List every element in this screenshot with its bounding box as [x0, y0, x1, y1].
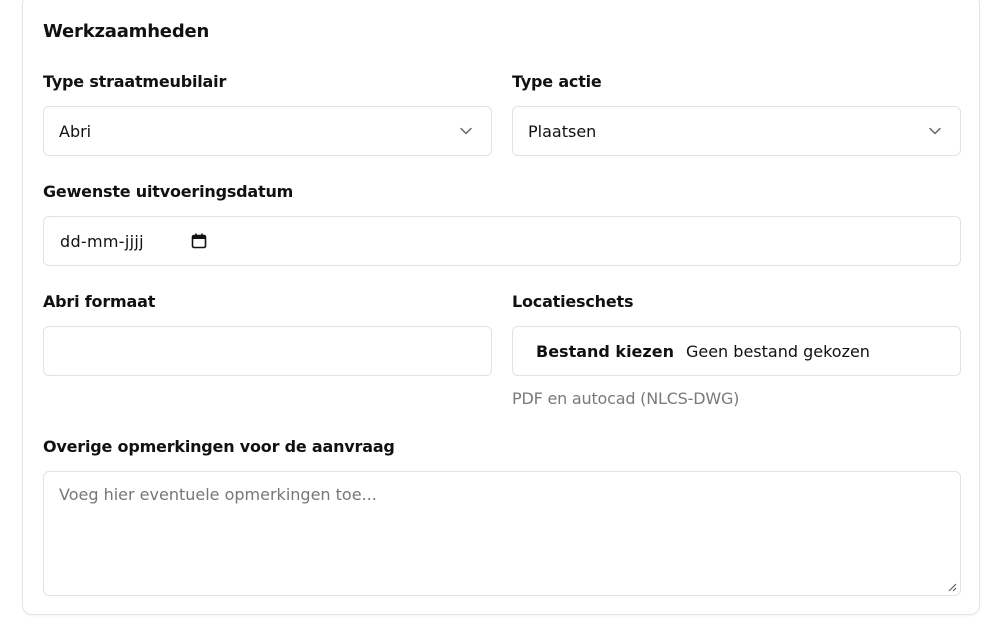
type-straatmeubilair-value: Abri [59, 121, 92, 141]
abri-formaat-input[interactable] [43, 326, 492, 376]
chevron-down-icon [929, 127, 941, 135]
type-straatmeubilair-label: Type straatmeubilair [43, 72, 227, 91]
uitvoeringsdatum-label: Gewenste uitvoeringsdatum [43, 182, 294, 201]
resize-handle-icon[interactable] [947, 582, 957, 592]
abri-formaat-label: Abri formaat [43, 292, 156, 311]
bestand-kiezen-button[interactable]: Bestand kiezen [536, 342, 674, 361]
calendar-icon[interactable] [190, 232, 208, 250]
type-actie-select[interactable]: Plaatsen [512, 106, 961, 156]
section-title: Werkzaamheden [43, 21, 210, 42]
locatieschets-label: Locatieschets [512, 292, 634, 311]
uitvoeringsdatum-input[interactable]: dd-mm-jjjj [43, 216, 961, 266]
opmerkingen-textarea[interactable]: Voeg hier eventuele opmerkingen toe... [43, 471, 961, 596]
type-actie-label: Type actie [512, 72, 602, 91]
locatieschets-file-input[interactable]: Bestand kiezen Geen bestand gekozen [512, 326, 961, 376]
date-placeholder: dd-mm-jjjj [60, 231, 144, 251]
type-actie-value: Plaatsen [528, 121, 597, 141]
file-status: Geen bestand gekozen [685, 341, 870, 361]
type-straatmeubilair-select[interactable]: Abri [43, 106, 492, 156]
chevron-down-icon [460, 127, 472, 135]
locatieschets-hint: PDF en autocad (NLCS-DWG) [512, 389, 740, 408]
opmerkingen-label: Overige opmerkingen voor de aanvraag [43, 437, 395, 456]
opmerkingen-placeholder: Voeg hier eventuele opmerkingen toe... [59, 485, 377, 504]
